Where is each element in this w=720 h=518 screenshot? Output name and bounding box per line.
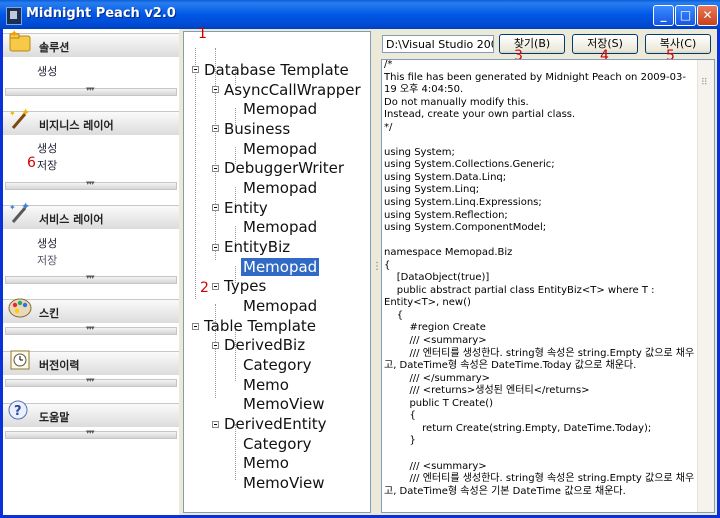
nav-header-skin[interactable]: 스킨 (3, 298, 179, 323)
copy-button[interactable]: 복사(C) (645, 34, 711, 54)
tree-node[interactable]: Memopad (243, 297, 317, 315)
nav-header-help[interactable]: ? 도움말 (3, 400, 179, 427)
tree-connector (215, 48, 216, 260)
magic-wand-icon: ✦✦ (9, 106, 30, 129)
nav-header-service[interactable]: ✦ ✦ 서비스 레이어 (3, 200, 179, 229)
code-text[interactable]: /* This file has been generated by Midni… (384, 60, 696, 498)
find-button[interactable]: 찾기(B) (499, 34, 565, 54)
code-editor[interactable]: /* This file has been generated by Midni… (381, 59, 715, 513)
vertical-scrollbar[interactable] (697, 60, 714, 512)
nav-header-solution[interactable]: ✦ 솔루션 (3, 29, 179, 57)
nav-collapse-bar[interactable] (5, 273, 177, 284)
maximize-button[interactable]: □ (675, 5, 696, 26)
app-icon[interactable] (6, 7, 22, 25)
nav-label-help: 도움말 (39, 411, 70, 424)
tree-expander[interactable] (212, 165, 219, 172)
nav-label-business: 비지니스 레이어 (39, 119, 114, 132)
minimize-button[interactable]: _ (653, 5, 674, 26)
folder-star-icon: ✦ (9, 29, 31, 52)
nav-label-service: 서비스 레이어 (39, 213, 104, 226)
nav-collapse-bar[interactable] (5, 428, 177, 439)
tree-connector (195, 48, 196, 299)
nav-label-solution: 솔루션 (39, 41, 70, 54)
nav-label-skin: 스킨 (39, 307, 60, 320)
tree-node[interactable]: Memopad (243, 179, 317, 197)
nav-collapse-bar[interactable] (5, 324, 177, 335)
palette-icon (8, 298, 32, 318)
help-icon: ? (8, 400, 28, 420)
title-bar[interactable]: Midnight Peach v2.0 _ □ ✕ (0, 0, 720, 29)
annotation-marker: 6 (27, 155, 36, 171)
path-field[interactable]: D:\Visual Studio 200 (382, 35, 494, 53)
tree-node[interactable]: Table Template (204, 317, 316, 335)
tree-expander[interactable] (212, 283, 219, 290)
tree-node[interactable]: MemoView (243, 474, 325, 492)
window-title: Midnight Peach v2.0 (26, 6, 176, 21)
tree-expander[interactable] (212, 421, 219, 428)
tree-expander[interactable] (192, 323, 199, 330)
nav-collapse-bar[interactable] (5, 376, 177, 387)
tree-node[interactable]: Memo (243, 376, 289, 394)
splitter[interactable] (372, 29, 382, 515)
tree-expander[interactable] (212, 342, 219, 349)
svg-text:✦: ✦ (10, 29, 18, 40)
tree-node[interactable]: DebuggerWriter (224, 159, 344, 177)
tree-expander[interactable] (212, 244, 219, 251)
tree-expander[interactable] (212, 86, 219, 93)
tree-expander[interactable] (212, 204, 219, 211)
tree-node[interactable]: Memopad (243, 218, 317, 236)
tree-node-selected[interactable]: Memopad (241, 258, 320, 276)
tree-node[interactable]: EntityBiz (224, 238, 290, 256)
nav-label-version-history: 버전이력 (39, 359, 80, 372)
tree-expander[interactable] (212, 125, 219, 132)
tree-node[interactable]: Entity (224, 199, 268, 217)
tree-node[interactable]: Database Template (204, 61, 349, 79)
nav-collapse-bar[interactable] (5, 179, 177, 190)
tree-node[interactable]: Memo (243, 454, 289, 472)
nav-item-service-create[interactable]: 생성 (37, 235, 57, 251)
clock-icon (10, 350, 30, 370)
svg-text:✦: ✦ (21, 200, 30, 213)
tree-node[interactable]: Memopad (243, 140, 317, 158)
tree-node[interactable]: Category (243, 435, 312, 453)
tree-node[interactable]: Category (243, 356, 312, 374)
annotation-marker: 1 (198, 26, 207, 42)
tree-node[interactable]: AsyncCallWrapper (224, 81, 361, 99)
tree-node[interactable]: Types (224, 277, 266, 295)
tree-node[interactable]: DerivedEntity (224, 415, 327, 433)
svg-text:✦: ✦ (9, 109, 16, 118)
tree-node[interactable]: Business (224, 120, 290, 138)
nav-item-solution-create[interactable]: 생성 (37, 63, 57, 79)
annotation-marker: 2 (200, 280, 209, 296)
nav-item-business-save[interactable]: 저장 (37, 157, 57, 173)
tree-expander[interactable] (192, 66, 199, 73)
close-button[interactable]: ✕ (697, 5, 718, 26)
nav-collapse-bar[interactable] (5, 85, 177, 96)
svg-text:✦: ✦ (9, 203, 16, 212)
nav-item-business-create[interactable]: 생성 (37, 140, 57, 156)
svg-text:✦: ✦ (21, 106, 30, 119)
main-window: Midnight Peach v2.0 _ □ ✕ ✦ 솔루션 생성 ✦✦ 비지… (0, 0, 720, 518)
nav-panel: ✦ 솔루션 생성 ✦✦ 비지니스 레이어 생성 저장 ✦✦ 서비스 레이어 생성… (3, 29, 179, 515)
magic-wand-sparkle-icon: ✦✦ (9, 200, 30, 223)
nav-item-service-save[interactable]: 저장 (37, 252, 57, 268)
template-tree[interactable]: Database Template AsyncCallWrapper Memop… (183, 26, 371, 513)
tree-node[interactable]: Memopad (243, 100, 317, 118)
tree-node[interactable]: MemoView (243, 395, 325, 413)
client-area: ✦ 솔루션 생성 ✦✦ 비지니스 레이어 생성 저장 ✦✦ 서비스 레이어 생성… (3, 26, 717, 515)
nav-header-version-history[interactable]: 버전이력 (3, 350, 179, 375)
tree-node[interactable]: DerivedBiz (224, 336, 305, 354)
svg-text:?: ? (14, 404, 22, 419)
nav-header-business[interactable]: ✦ ✦ 비지니스 레이어 (3, 106, 179, 135)
